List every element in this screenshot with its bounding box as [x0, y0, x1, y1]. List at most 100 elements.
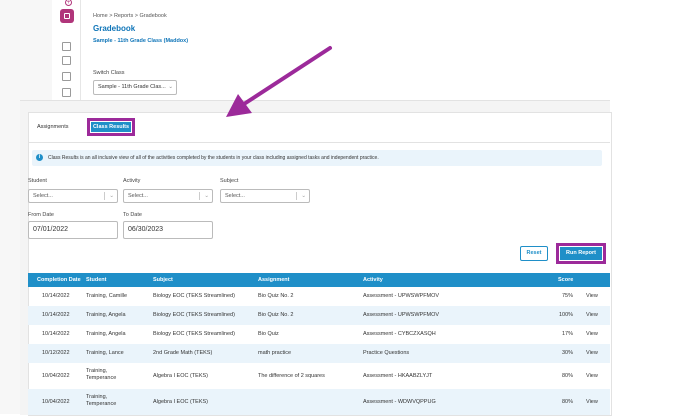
cell-assignment: Bio Quiz	[258, 331, 279, 337]
view-link[interactable]: View	[586, 350, 598, 356]
cell-score: 17%	[562, 331, 574, 337]
gradebook-icon[interactable]	[60, 9, 74, 23]
subject-filter-label: Subject	[220, 178, 239, 184]
chevron-down-icon: ⌄	[204, 193, 209, 199]
view-link[interactable]: View	[586, 312, 598, 318]
breadcrumb: Home > Reports > Gradebook	[93, 13, 167, 19]
cell-student: Training, Angela	[86, 312, 126, 318]
student-filter-placeholder: Select...	[33, 193, 53, 199]
header-student[interactable]: Student	[86, 273, 106, 287]
cell-subject: Algebra I EOC (TEKS)	[153, 373, 209, 379]
chevron-down-icon: ⌄	[168, 84, 173, 90]
cell-subject: Biology EOC (TEKS Streamlined)	[153, 331, 235, 337]
id-card-icon[interactable]	[62, 88, 71, 97]
view-link[interactable]: View	[586, 293, 598, 299]
student-filter-label: Student	[28, 178, 47, 184]
from-date-label: From Date	[28, 212, 54, 218]
subject-filter-placeholder: Select...	[225, 193, 245, 199]
select-divider	[199, 192, 200, 200]
cell-score: 80%	[562, 373, 574, 379]
cell-score: 80%	[562, 399, 574, 405]
chevron-down-icon: ⌄	[301, 193, 306, 199]
cell-date: 10/12/2022	[42, 350, 70, 356]
info-banner: i Class Results is an all inclusive view…	[32, 150, 602, 166]
activity-filter-select[interactable]: Select... ⌄	[123, 189, 213, 203]
header-subject[interactable]: Subject	[153, 273, 173, 287]
view-link[interactable]: View	[586, 331, 598, 337]
tab-class-results[interactable]: Class Results	[87, 118, 135, 136]
cell-date: 10/14/2022	[42, 331, 70, 337]
cell-score: 100%	[559, 312, 574, 318]
info-text: Class Results is an all inclusive view o…	[48, 155, 379, 161]
to-date-input[interactable]: 06/30/2023	[123, 221, 213, 239]
cell-date: 10/14/2022	[42, 312, 70, 318]
cell-activity: Assessment - UPWSWPFMOV	[363, 312, 440, 318]
table-header: Completion Date Student Subject Assignme…	[28, 273, 610, 287]
switch-class-value: Sample - 11th Grade Clas...	[98, 84, 166, 90]
select-divider	[296, 192, 297, 200]
cell-date: 10/04/2022	[42, 373, 70, 379]
page-subtitle: Sample - 11th Grade Class (Maddox)	[93, 38, 189, 44]
reset-button[interactable]: Reset	[520, 246, 548, 261]
view-link[interactable]: View	[586, 399, 598, 405]
tab-assignments[interactable]: Assignments	[37, 124, 69, 130]
cell-subject: 2nd Grade Math (TEKS)	[153, 350, 213, 356]
header-completion-date[interactable]: Completion Date	[37, 273, 81, 287]
cell-student: Training, Temperance	[86, 394, 117, 407]
run-report-button[interactable]: Run Report	[556, 243, 606, 264]
cell-student: Training, Angela	[86, 331, 126, 337]
cell-subject: Algebra I EOC (TEKS)	[153, 399, 209, 405]
cell-student: Training, Lance	[86, 350, 124, 356]
tab-class-results-label: Class Results	[91, 122, 131, 132]
cell-student: Training, Camille	[86, 293, 128, 299]
select-divider	[104, 192, 105, 200]
cell-assignment: math practice	[258, 350, 292, 356]
subject-filter-select[interactable]: Select... ⌄	[220, 189, 310, 203]
cell-subject: Biology EOC (TEKS Streamlined)	[153, 312, 235, 318]
breadcrumb-reports[interactable]: Reports	[114, 13, 133, 19]
header-assignment[interactable]: Assignment	[258, 273, 289, 287]
header-score[interactable]: Score	[558, 273, 573, 287]
breadcrumb-separator: >	[109, 13, 113, 19]
header-activity[interactable]: Activity	[363, 273, 383, 287]
cell-assignment: Bio Quiz No. 2	[258, 293, 294, 299]
activity-filter-placeholder: Select...	[128, 193, 148, 199]
cell-date: 10/04/2022	[42, 399, 70, 405]
from-date-input[interactable]: 07/01/2022	[28, 221, 118, 239]
cell-activity: Assessment - UPWSWPFMOV	[363, 293, 440, 299]
breadcrumb-current: Gradebook	[139, 13, 167, 19]
info-icon: i	[36, 154, 43, 161]
breadcrumb-home[interactable]: Home	[93, 13, 108, 19]
activity-filter-label: Activity	[123, 178, 141, 184]
breadcrumb-separator: >	[134, 13, 138, 19]
cell-activity: Assessment - CYBCZXASQH	[363, 331, 436, 337]
cell-assignment: The difference of 2 squares	[258, 373, 325, 379]
classroom-icon[interactable]	[62, 42, 71, 51]
table-row: 10/04/2022 Training, Temperance Algebra …	[28, 363, 610, 389]
cell-score: 30%	[562, 350, 574, 356]
chevron-down-icon: ⌄	[109, 193, 114, 199]
cell-score: 75%	[562, 293, 574, 299]
page-title: Gradebook	[93, 24, 136, 33]
plus-circle-icon[interactable]: +	[65, 0, 72, 6]
switch-class-label: Switch Class	[93, 70, 125, 76]
run-report-label: Run Report	[560, 247, 602, 260]
table-row: 10/14/2022 Training, Angela Biology EOC …	[28, 325, 610, 344]
table-row: 10/04/2022 Training, Temperance Algebra …	[28, 389, 610, 415]
cell-assignment: Bio Quiz No. 2	[258, 312, 294, 318]
cell-activity: Assessment - HKAABZLYJT	[363, 373, 433, 379]
monitor-icon[interactable]	[62, 56, 71, 65]
student-filter-select[interactable]: Select... ⌄	[28, 189, 118, 203]
cell-date: 10/14/2022	[42, 293, 70, 299]
to-date-label: To Date	[123, 212, 142, 218]
table-row: 10/12/2022 Training, Lance 2nd Grade Mat…	[28, 344, 610, 363]
cell-student: Training, Temperance	[86, 368, 117, 381]
table-row: 10/14/2022 Training, Camille Biology EOC…	[28, 287, 610, 306]
switch-class-select[interactable]: Sample - 11th Grade Clas... ⌄	[93, 80, 177, 95]
cell-activity: Assessment - WDWVQPPUG	[363, 399, 436, 405]
table-row: 10/14/2022 Training, Angela Biology EOC …	[28, 306, 610, 325]
cell-subject: Biology EOC (TEKS Streamlined)	[153, 293, 235, 299]
view-link[interactable]: View	[586, 373, 598, 379]
card-icon[interactable]	[62, 72, 71, 81]
cell-activity: Practice Questions	[363, 350, 410, 356]
